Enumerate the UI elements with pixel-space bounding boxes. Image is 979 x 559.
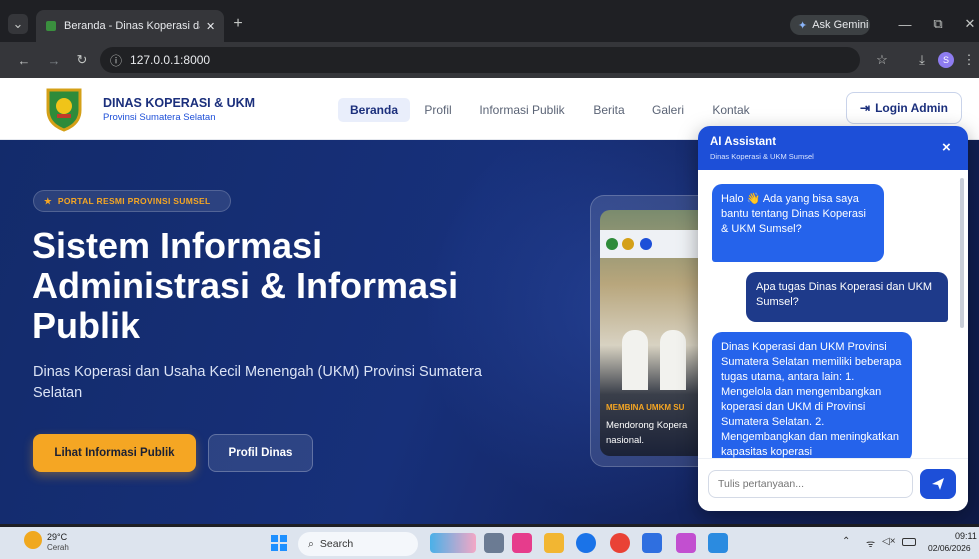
file-explorer-icon[interactable] [544, 533, 564, 553]
forward-icon[interactable]: → [44, 50, 64, 70]
vscode-icon[interactable] [708, 533, 728, 553]
chrome-icon[interactable] [610, 533, 630, 553]
hero-photo: MEMBINA UMKM SU Mendorong Kopera nasiona… [600, 210, 710, 456]
favicon-icon [46, 21, 56, 31]
profil-dinas-button[interactable]: Profil Dinas [208, 434, 313, 472]
star-icon: ★ [44, 195, 52, 206]
new-tab-button[interactable]: + [228, 14, 248, 34]
app-icon[interactable] [512, 533, 532, 553]
windows-start-icon[interactable] [271, 535, 287, 551]
weather-icon[interactable] [24, 531, 42, 549]
chat-message-bot: Halo 👋 Ada yang bisa saya bantu tentang … [712, 184, 884, 262]
chat-subtitle: Dinas Koperasi & UKM Sumsel [710, 152, 814, 161]
clock-date: 02/06/2026 [928, 543, 971, 553]
tray-chevron-icon[interactable]: ⌃ [842, 536, 850, 547]
hero-subtitle: Dinas Koperasi dan Usaha Kecil Menengah … [33, 364, 482, 401]
app-icon[interactable] [676, 533, 696, 553]
edge-icon[interactable] [576, 533, 596, 553]
download-icon[interactable]: ⤓ [912, 50, 932, 70]
url-text: 127.0.0.1:8000 [130, 53, 211, 67]
photo-person [622, 330, 648, 390]
browser-menu-icon[interactable]: ⋮ [962, 50, 976, 70]
back-icon[interactable]: ← [14, 50, 34, 70]
ask-gemini-label: Ask Gemini [812, 19, 869, 31]
close-window-icon[interactable]: ✕ [960, 14, 979, 34]
browser-tab[interactable]: Beranda - Dinas Koperasi dan UKM ✕ [36, 10, 224, 42]
chat-send-button[interactable] [920, 469, 956, 499]
nav-kontak[interactable]: Kontak [704, 98, 758, 122]
chat-header [698, 126, 968, 170]
card-caption-line-2: nasional. [606, 435, 645, 446]
store-icon[interactable] [642, 533, 662, 553]
photo-logo-icon [622, 238, 634, 250]
photo-person [660, 330, 686, 390]
clock-time: 09:11 [955, 531, 977, 541]
reload-icon[interactable]: ↻ [72, 50, 92, 70]
chat-question-input[interactable] [708, 470, 913, 498]
card-caption-top: MEMBINA UMKM SU [606, 403, 685, 412]
nav-profil[interactable]: Profil [418, 98, 458, 122]
lihat-informasi-publik-button[interactable]: Lihat Informasi Publik [33, 434, 196, 472]
nav-informasi-publik[interactable]: Informasi Publik [472, 98, 572, 122]
photo-logo-icon [606, 238, 618, 250]
volume-icon[interactable]: ◁× [882, 536, 896, 547]
tab-close-icon[interactable]: ✕ [206, 20, 215, 33]
brand-title: DINAS KOPERASI & UKM [103, 96, 256, 110]
chat-message-bot: Dinas Koperasi dan UKM Provinsi Sumatera… [712, 332, 912, 462]
gemini-icon: ✦ [798, 19, 808, 32]
widgets-icon[interactable] [430, 533, 476, 553]
hero-badge: ★ PORTAL RESMI PROVINSI SUMSEL [33, 190, 231, 212]
bookmark-star-icon[interactable]: ☆ [872, 50, 892, 70]
wifi-icon[interactable]: ᯤ [866, 536, 875, 550]
ask-gemini-button[interactable]: ✦ Ask Gemini [790, 15, 870, 35]
weather-temp: 29°C [47, 532, 68, 542]
nav-galeri[interactable]: Galeri [644, 98, 692, 122]
hero-title-line-2: Administrasi & Informasi [32, 265, 459, 306]
ai-assistant-panel: AI Assistant Dinas Koperasi & UKM Sumsel… [698, 126, 968, 511]
search-icon: ⌕ [308, 537, 314, 550]
login-label: Login Admin [875, 101, 948, 115]
address-bar[interactable]: ⓘ 127.0.0.1:8000 [100, 47, 860, 73]
site-info-icon[interactable]: ⓘ [110, 52, 122, 69]
task-view-icon[interactable] [484, 533, 504, 553]
login-admin-button[interactable]: ⇥ Login Admin [846, 92, 962, 124]
search-label: Search [319, 538, 354, 550]
brand-subtitle: Provinsi Sumatera Selatan [103, 112, 216, 123]
nav-berita[interactable]: Berita [586, 98, 632, 122]
restore-icon[interactable]: ⧉ [928, 14, 948, 34]
photo-logo-icon [640, 238, 652, 250]
nav-beranda[interactable]: Beranda [338, 98, 410, 122]
chat-scrollbar[interactable] [960, 178, 964, 328]
province-logo[interactable] [44, 86, 84, 132]
chat-title: AI Assistant [710, 136, 777, 148]
login-icon: ⇥ [860, 101, 871, 115]
minimize-icon[interactable]: — [895, 14, 915, 34]
tab-title: Beranda - Dinas Koperasi dan UKM [64, 20, 200, 32]
send-icon [932, 478, 944, 490]
hero-title-line-1: Sistem Informasi [32, 225, 323, 266]
chat-close-icon[interactable]: × [942, 139, 951, 156]
weather-text: Cerah [47, 543, 69, 552]
taskbar-search-box[interactable]: ⌕ Search [298, 532, 418, 556]
tab-search-icon[interactable]: ⌄ [8, 14, 28, 34]
hero-title-line-3: Publik [32, 305, 141, 346]
card-caption-line-1: Mendorong Kopera [606, 420, 688, 431]
battery-icon[interactable] [902, 538, 916, 546]
hero-badge-text: PORTAL RESMI PROVINSI SUMSEL [57, 196, 211, 206]
profile-avatar[interactable]: S [938, 52, 954, 68]
chat-message-user: Apa tugas Dinas Koperasi dan UKM Sumsel? [746, 272, 948, 322]
